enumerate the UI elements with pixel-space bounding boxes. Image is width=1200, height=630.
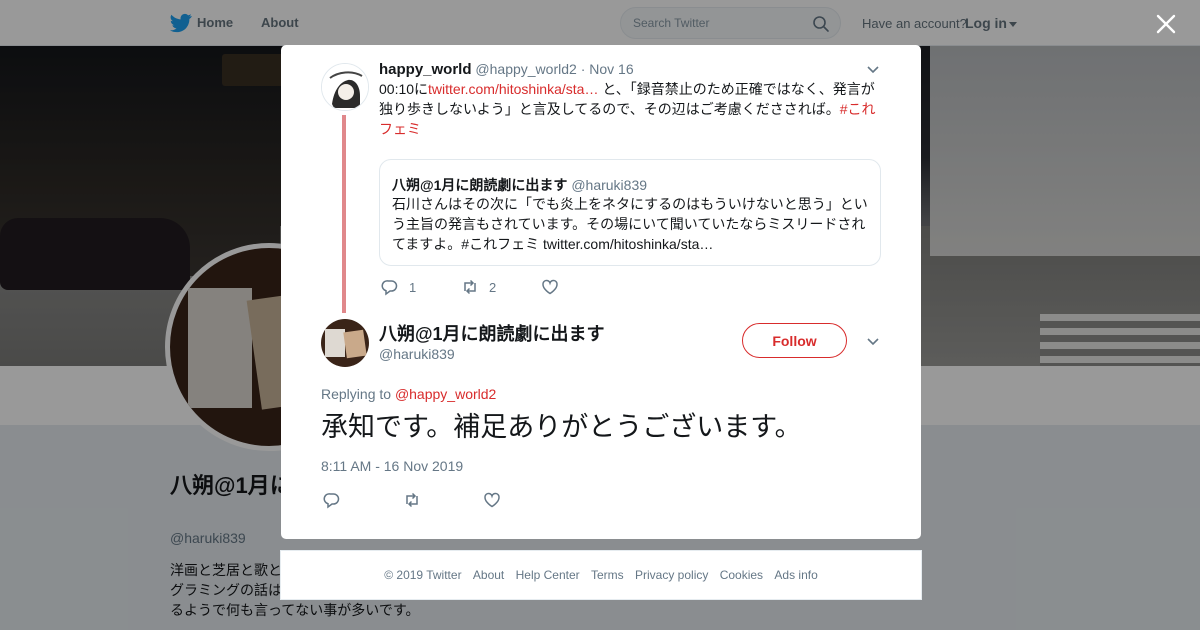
close-icon[interactable] (1154, 12, 1178, 36)
parent-tweet-avatar[interactable] (321, 63, 369, 111)
footer-links-card: © 2019 Twitter About Help Center Terms P… (280, 550, 922, 600)
footer-link-terms[interactable]: Terms (591, 568, 624, 582)
chevron-down-icon[interactable] (866, 335, 880, 349)
retweet-count: 2 (489, 279, 497, 295)
chevron-down-icon[interactable] (866, 63, 880, 77)
reply-icon (323, 493, 340, 509)
main-tweet-timestamp[interactable]: 8:11 AM - 16 Nov 2019 (321, 458, 463, 474)
avatar-book-shape (343, 329, 367, 359)
quoted-tweet-text: 石川さんはその次に「でも炎上をネタにするのはもういけないと思う」という主旨の発言… (392, 196, 868, 252)
quoted-tweet-card[interactable]: 八朔@1月に朗読劇に出ます @haruki839 石川さんはその次に「でも炎上を… (379, 159, 881, 266)
retweet-action[interactable] (403, 490, 421, 510)
tweet-permalink-modal: happy_world @happy_world2 · Nov 16 00:10… (281, 45, 921, 539)
footer-link-cookies[interactable]: Cookies (720, 568, 763, 582)
quoted-tweet-name: 八朔@1月に朗読劇に出ます (392, 177, 568, 193)
heart-icon (484, 492, 500, 508)
footer-links: © 2019 Twitter About Help Center Terms P… (281, 568, 921, 582)
retweet-action[interactable]: 2 (461, 277, 496, 297)
like-action[interactable] (483, 490, 501, 510)
reply-action[interactable] (323, 490, 341, 510)
footer-link-about[interactable]: About (473, 568, 504, 582)
follow-button[interactable]: Follow (742, 323, 847, 358)
parent-tweet-name[interactable]: happy_world (379, 61, 472, 78)
retweet-icon (464, 279, 476, 295)
footer-link-help-center[interactable]: Help Center (516, 568, 580, 582)
replying-to-handle-link[interactable]: @happy_world2 (395, 386, 496, 402)
heart-icon (542, 279, 558, 295)
quoted-tweet-handle: @haruki839 (571, 177, 648, 193)
tweet-text-prefix: 00:10に (379, 81, 429, 97)
main-tweet-avatar[interactable] (321, 319, 369, 367)
retweet-icon (406, 492, 418, 508)
quoted-tweet-header: 八朔@1月に朗読劇に出ます @haruki839 (392, 175, 647, 195)
reply-count: 1 (409, 279, 417, 295)
avatar-illustration-icon (322, 64, 368, 110)
footer-link-ads-info[interactable]: Ads info (774, 568, 817, 582)
parent-tweet-date[interactable]: Nov 16 (589, 61, 633, 77)
footer-link-privacy[interactable]: Privacy policy (635, 568, 708, 582)
parent-tweet-header: happy_world @happy_world2 · Nov 16 (379, 61, 634, 78)
reply-icon (381, 280, 398, 296)
replying-to-line: Replying to @happy_world2 (321, 386, 496, 402)
avatar-book-shape (325, 329, 345, 357)
tweet-inline-link[interactable]: twitter.com/hitoshinka/sta… (428, 81, 598, 97)
reply-action[interactable]: 1 (381, 277, 416, 297)
parent-tweet-separator: · (580, 61, 586, 77)
footer-copyright: © 2019 Twitter (384, 568, 462, 582)
main-tweet-name[interactable]: 八朔@1月に朗読劇に出ます (379, 320, 605, 346)
like-action[interactable] (541, 277, 559, 297)
parent-tweet-text: 00:10にtwitter.com/hitoshinka/sta… と、「録音禁… (379, 79, 887, 139)
main-tweet-handle[interactable]: @haruki839 (379, 346, 455, 362)
replying-to-label: Replying to (321, 386, 395, 402)
parent-tweet-handle[interactable]: @happy_world2 (475, 61, 576, 77)
main-tweet-text: 承知です。補足ありがとうございます。 (321, 412, 802, 442)
conversation-thread-line (342, 115, 346, 313)
